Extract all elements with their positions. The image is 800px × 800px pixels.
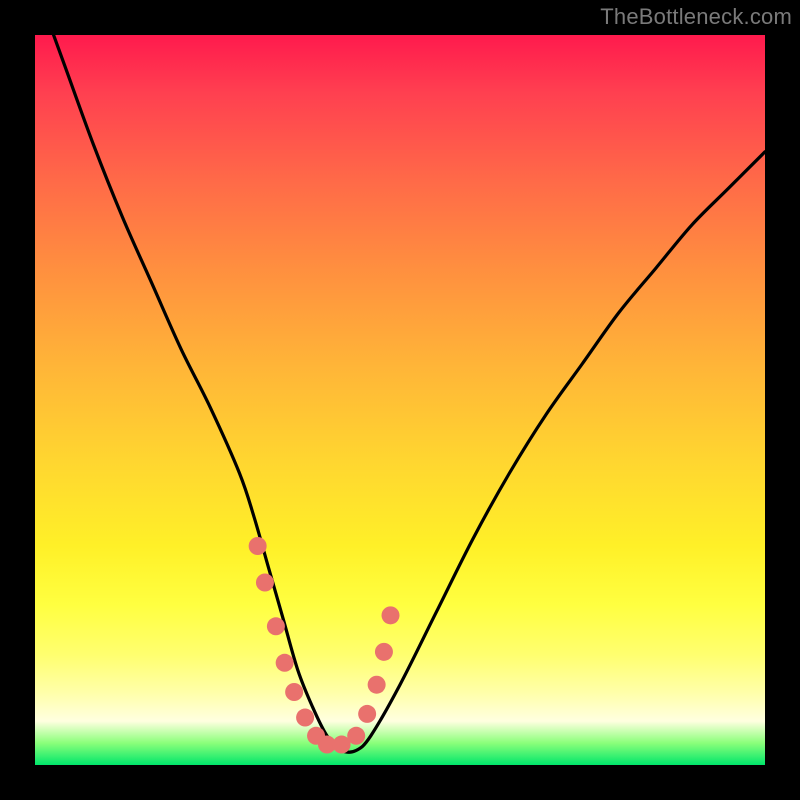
highlight-bead xyxy=(285,683,303,701)
highlight-bead xyxy=(296,709,314,727)
highlight-bead xyxy=(358,705,376,723)
highlight-bead xyxy=(256,574,274,592)
highlight-markers xyxy=(249,537,400,754)
watermark-text: TheBottleneck.com xyxy=(600,4,792,30)
highlight-bead xyxy=(375,643,393,661)
highlight-bead xyxy=(347,727,365,745)
highlight-bead xyxy=(368,676,386,694)
highlight-bead xyxy=(276,654,294,672)
highlight-bead xyxy=(249,537,267,555)
highlight-bead xyxy=(267,617,285,635)
chart-svg xyxy=(35,35,765,765)
chart-frame: TheBottleneck.com xyxy=(0,0,800,800)
plot-area xyxy=(35,35,765,765)
highlight-bead xyxy=(382,606,400,624)
bottleneck-curve xyxy=(35,0,765,752)
